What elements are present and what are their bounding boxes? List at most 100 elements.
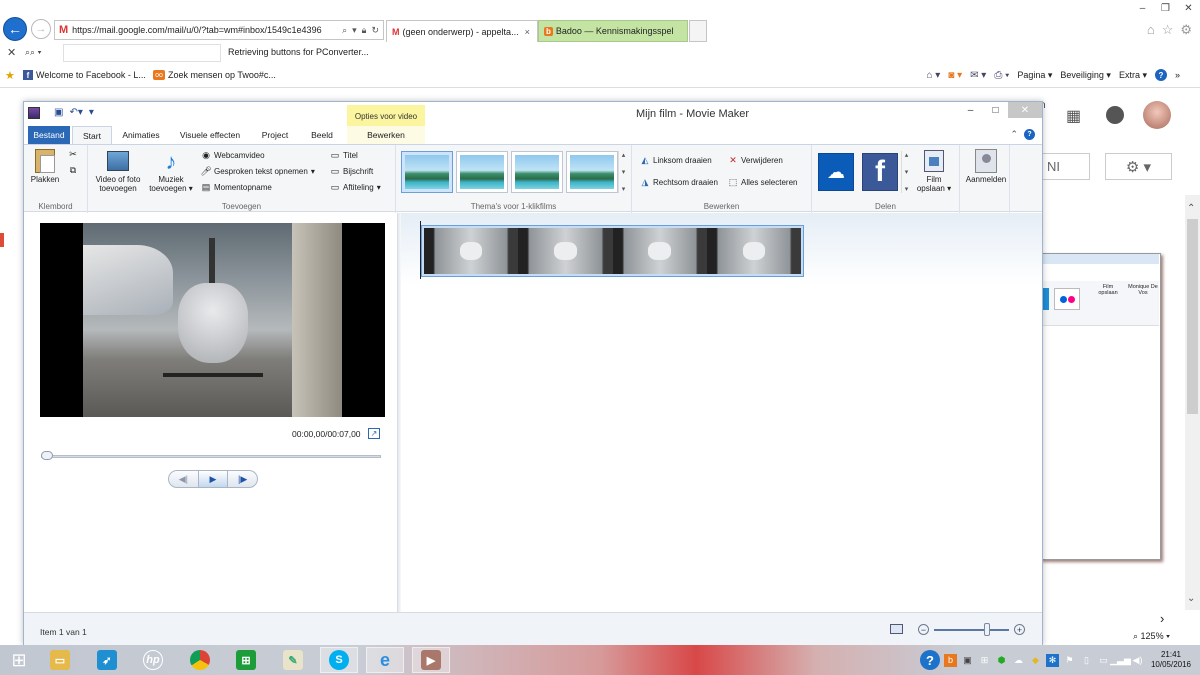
add-music-button[interactable]: ♪ Muziek toevoegen ▾ (146, 149, 196, 193)
tray-shield-icon[interactable]: ⬢ (995, 654, 1008, 667)
tab-project[interactable]: Project (252, 126, 298, 144)
playhead[interactable] (420, 221, 421, 279)
rotate-right-button[interactable]: ◮ Rechtsom draaien (640, 177, 718, 187)
help-icon[interactable]: ? (1154, 69, 1167, 81)
security-menu[interactable]: Beveiliging ▾ (1060, 70, 1111, 81)
taskbar-moviemaker[interactable]: ▶ (412, 647, 450, 673)
scroll-up-icon[interactable]: ▴ (905, 151, 909, 159)
gmail-settings-button[interactable]: ⚙ ▾ (1105, 153, 1172, 180)
page-scrollbar[interactable]: ⌃ ⌄ (1185, 195, 1200, 610)
tab-view[interactable]: Beeld (300, 126, 344, 144)
preview-monitor[interactable] (40, 223, 385, 417)
record-narration-button[interactable]: 🎤︎ Gesproken tekst opnemen ▾ (200, 166, 315, 176)
onedrive-button[interactable]: ☁ (818, 153, 854, 191)
close-icon[interactable]: ✕ (1008, 102, 1042, 118)
minimize-icon[interactable]: – (1131, 0, 1154, 16)
refresh-icon[interactable]: ↻ (371, 25, 379, 36)
chevron-right-icon[interactable]: › (1160, 611, 1164, 626)
storyboard-pane[interactable] (401, 213, 1042, 612)
rotate-left-button[interactable]: ◭ Linksom draaien (640, 155, 712, 165)
close-tab-icon[interactable]: × (525, 27, 530, 37)
save-film-button[interactable]: Film opslaan ▾ (914, 149, 954, 193)
tray-windows-icon[interactable]: ⊞ (978, 654, 991, 667)
title-button[interactable]: ▭ Titel (330, 150, 358, 160)
next-frame-button[interactable]: |▶ (228, 471, 257, 487)
forward-button[interactable]: → (31, 19, 51, 39)
customize-qat-icon[interactable]: ▾ (89, 107, 94, 118)
browser-tab-badoo[interactable]: b Badoo — Kennismakingsspel (538, 20, 688, 42)
theme-contemporary[interactable] (456, 151, 508, 193)
tray-monitor-icon[interactable]: ▣ (961, 654, 974, 667)
start-button[interactable]: ⊞ (0, 647, 38, 673)
add-video-photo-button[interactable]: Video of foto toevoegen (90, 149, 146, 193)
help-icon[interactable]: ? (1024, 129, 1035, 140)
close-toolbar-icon[interactable]: ✕ (7, 46, 16, 59)
tab-edit[interactable]: Bewerken (347, 126, 425, 144)
restore-icon[interactable]: ❐ (1154, 0, 1177, 16)
favorites-star-icon[interactable]: ★ (5, 69, 15, 82)
tray-app-icon[interactable]: b (944, 653, 957, 667)
fullscreen-button[interactable]: ↗ (368, 428, 380, 439)
previous-frame-button[interactable]: ◀| (169, 471, 198, 487)
print-icon[interactable]: ⎙ ▾ (994, 70, 1009, 81)
zoom-slider-thumb[interactable] (984, 623, 990, 636)
theme-default[interactable] (401, 151, 453, 193)
page-menu[interactable]: Pagina ▾ (1017, 70, 1052, 81)
seek-bar[interactable] (41, 455, 381, 458)
new-tab-button[interactable] (689, 20, 707, 42)
tray-usb-icon[interactable]: ▯ (1080, 654, 1093, 667)
expand-gallery-icon[interactable]: ▾ (622, 185, 626, 193)
seek-thumb[interactable] (41, 451, 53, 460)
address-bar[interactable]: M https://mail.google.com/mail/u/0/?tab=… (54, 20, 384, 40)
dropdown-icon[interactable]: ▾ (352, 25, 357, 36)
paste-button[interactable]: Plakken (30, 149, 60, 184)
close-icon[interactable]: ✕ (1177, 0, 1200, 16)
tray-network-icon[interactable]: ▁▃▅ (1110, 654, 1131, 667)
scroll-up-icon[interactable]: ⌃ (1187, 203, 1195, 214)
taskbar-paint[interactable]: ✎ (274, 647, 312, 673)
scroll-up-icon[interactable]: ▴ (622, 151, 626, 159)
home-icon[interactable]: ⌂ (1147, 22, 1155, 38)
taskbar-skype[interactable]: S (320, 647, 358, 673)
snapshot-button[interactable]: ▤ Momentopname (201, 182, 272, 192)
avatar[interactable] (1143, 101, 1171, 129)
scroll-thumb[interactable] (1187, 219, 1198, 414)
browser-tab-gmail[interactable]: M (geen onderwerp) - appelta... × (386, 20, 538, 42)
help-icon[interactable]: ? (920, 650, 940, 670)
clock[interactable]: 21:41 10/05/2016 (1148, 650, 1194, 670)
tab-file[interactable]: Bestand (28, 126, 70, 144)
taskbar-explorer[interactable]: ▭ (41, 647, 79, 673)
extra-menu[interactable]: Extra ▾ (1119, 70, 1147, 81)
copy-button[interactable]: ⧉ (68, 165, 78, 175)
taskbar-hp[interactable]: hp (134, 647, 172, 673)
chevron-right-icon[interactable]: » (1175, 70, 1180, 80)
taskbar-store[interactable]: ⊞ (227, 647, 265, 673)
caption-button[interactable]: ▭ Bijschrift (330, 166, 374, 176)
scroll-down-icon[interactable]: ▾ (622, 168, 626, 176)
play-button[interactable]: ▶ (197, 471, 229, 487)
video-clip[interactable] (421, 225, 804, 277)
undo-icon[interactable]: ↶▾ (69, 107, 82, 118)
delete-button[interactable]: ✕ Verwijderen (728, 155, 783, 165)
tab-visual-effects[interactable]: Visuele effecten (172, 126, 248, 144)
settings-gear-icon[interactable]: ⚙ (1180, 22, 1192, 38)
theme-fade[interactable] (566, 151, 618, 193)
home-icon[interactable]: ⌂ ▾ (926, 70, 940, 81)
lock-icon[interactable]: 🔒︎ (362, 25, 367, 36)
taskbar-rocket[interactable]: ➶ (88, 647, 126, 673)
tray-flag-icon[interactable]: ⚑ (1063, 654, 1076, 667)
search-icon[interactable]: ⌕⌕ ▾ (25, 47, 41, 58)
tray-battery-icon[interactable]: ◆ (1029, 654, 1042, 667)
input-tools-button[interactable]: NI (1042, 153, 1090, 180)
theme-cinematic[interactable] (511, 151, 563, 193)
zoom-slider[interactable] (934, 629, 1009, 631)
select-all-button[interactable]: ⬚ Alles selecteren (728, 177, 798, 187)
mail-icon[interactable]: ✉ ▾ (970, 70, 986, 81)
movie-maker-app-icon[interactable] (28, 107, 40, 119)
tab-start[interactable]: Start (72, 126, 112, 144)
favorites-star-icon[interactable]: ☆ (1162, 22, 1174, 38)
zoom-level[interactable]: ⌕ 125% ▾ (1133, 631, 1170, 642)
toolbar-search-input[interactable] (63, 44, 221, 62)
favorite-twoo[interactable]: oo Zoek mensen op Twoo#c... (153, 70, 276, 80)
save-icon[interactable]: ▣ (54, 107, 63, 118)
